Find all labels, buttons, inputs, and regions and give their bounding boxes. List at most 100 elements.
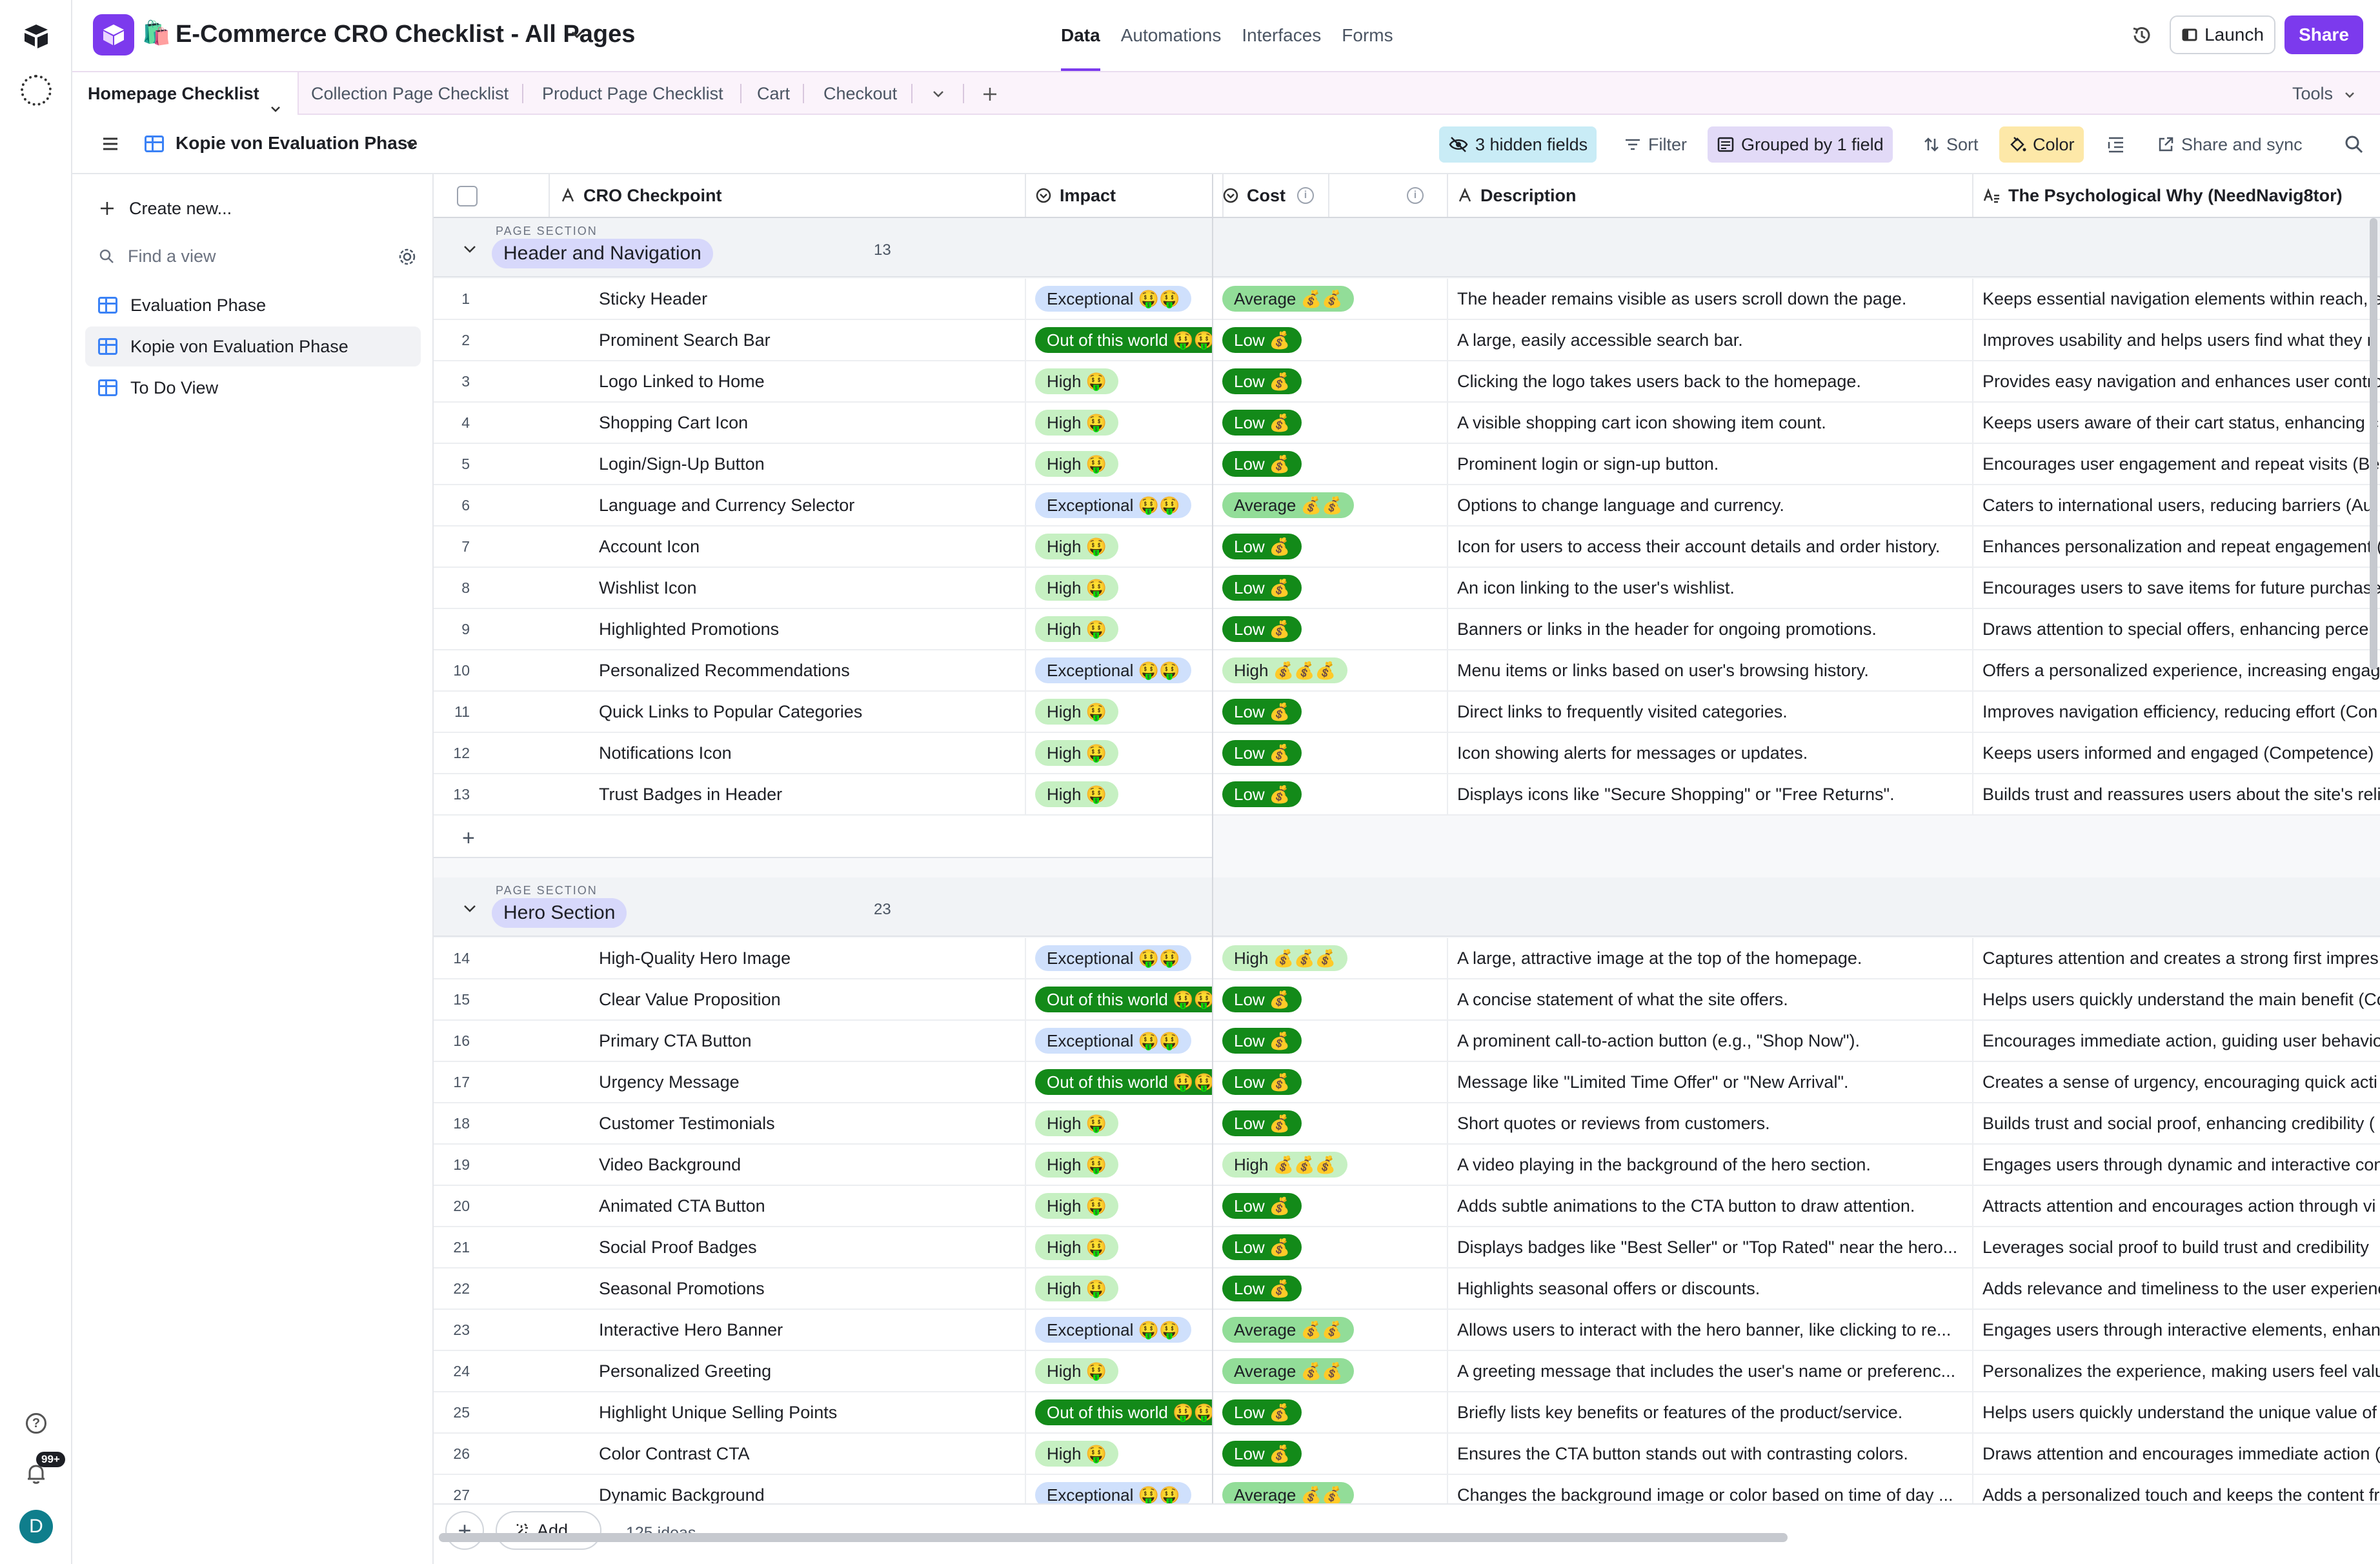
table-row[interactable]: 5 Login/Sign-Up Button High 🤑 Low 💰 Prominen…	[434, 444, 2380, 485]
cell-checkpoint[interactable]: Clear Value Proposition	[550, 979, 1026, 1019]
cell-checkpoint[interactable]: Highlighted Promotions	[550, 609, 1026, 649]
create-new-view-button[interactable]: Create new...	[85, 188, 421, 228]
group-button[interactable]: Grouped by 1 field	[1708, 126, 1893, 163]
vertical-scrollbar[interactable]	[2370, 218, 2377, 670]
cell-impact[interactable]: High 🤑	[1026, 1103, 1213, 1143]
cell-description[interactable]: Displays icons like "Secure Shopping" or…	[1448, 774, 1973, 814]
find-view-input[interactable]: Find a view	[128, 246, 216, 266]
cell-cost[interactable]: Low 💰	[1213, 979, 1448, 1019]
help-icon[interactable]: ?	[26, 1413, 46, 1434]
cell-checkpoint[interactable]: Customer Testimonials	[550, 1103, 1026, 1143]
add-table-plus-icon[interactable]	[981, 85, 999, 103]
table-row[interactable]: 9 Highlighted Promotions High 🤑 Low 💰 Banner…	[434, 609, 2380, 650]
cell-psychological-why[interactable]: Helps users quickly understand the uniqu…	[1973, 1392, 2380, 1432]
launch-button[interactable]: Launch	[2170, 15, 2275, 54]
base-title[interactable]: E-Commerce CRO Checklist - All Pages	[176, 21, 635, 48]
cell-cost[interactable]: High 💰💰💰	[1213, 650, 1448, 690]
nav-tab-interfaces[interactable]: Interfaces	[1242, 0, 1321, 71]
add-row-to-group[interactable]: +	[434, 816, 1213, 858]
cell-checkpoint[interactable]: Personalized Greeting	[550, 1351, 1026, 1391]
cell-description[interactable]: Highlights seasonal offers or discounts.	[1448, 1268, 1973, 1308]
cell-impact[interactable]: Exceptional 🤑🤑	[1026, 1021, 1213, 1061]
cell-description[interactable]: Icon for users to access their account d…	[1448, 526, 1973, 566]
cell-impact[interactable]: High 🤑	[1026, 733, 1213, 773]
table-row[interactable]: 7 Account Icon High 🤑 Low 💰 Icon for users t…	[434, 526, 2380, 568]
cell-psychological-why[interactable]: Adds relevance and timeliness to the use…	[1973, 1268, 2380, 1308]
table-row[interactable]: 19 Video Background High 🤑 High 💰💰💰 A video …	[434, 1145, 2380, 1186]
cell-checkpoint[interactable]: Primary CTA Button	[550, 1021, 1026, 1061]
select-all-checkbox[interactable]	[457, 186, 478, 206]
cell-impact[interactable]: High 🤑	[1026, 1186, 1213, 1226]
cell-impact[interactable]: High 🤑	[1026, 692, 1213, 732]
sidebar-toggle-icon[interactable]	[101, 134, 120, 154]
cell-checkpoint[interactable]: Notifications Icon	[550, 733, 1026, 773]
cell-checkpoint[interactable]: Logo Linked to Home	[550, 361, 1026, 401]
nav-tab-data[interactable]: Data	[1061, 0, 1100, 71]
cell-psychological-why[interactable]: Attracts attention and encourages action…	[1973, 1186, 2380, 1226]
cell-psychological-why[interactable]: Improves navigation efficiency, reducing…	[1973, 692, 2380, 732]
column-header-description[interactable]: Description	[1448, 174, 1973, 217]
cell-impact[interactable]: High 🤑	[1026, 361, 1213, 401]
cell-impact[interactable]: High 🤑	[1026, 1351, 1213, 1391]
cell-cost[interactable]: High 💰💰💰	[1213, 1145, 1448, 1185]
cell-impact[interactable]: High 🤑	[1026, 1145, 1213, 1185]
cell-cost[interactable]: Low 💰	[1213, 320, 1448, 360]
chevron-down-icon[interactable]	[569, 27, 585, 43]
chevron-down-icon[interactable]	[269, 88, 282, 112]
cell-checkpoint[interactable]: Interactive Hero Banner	[550, 1310, 1026, 1350]
table-row[interactable]: 6 Language and Currency Selector Exception…	[434, 485, 2380, 526]
cell-description[interactable]: Ensures the CTA button stands out with c…	[1448, 1434, 1973, 1474]
cell-psychological-why[interactable]: Encourages immediate action, guiding use…	[1973, 1021, 2380, 1061]
cell-cost[interactable]: Low 💰	[1213, 1434, 1448, 1474]
table-row[interactable]: 15 Clear Value Proposition Out of this wor…	[434, 979, 2380, 1021]
table-row[interactable]: 3 Logo Linked to Home High 🤑 Low 💰 Clicking …	[434, 361, 2380, 403]
cell-description[interactable]: Displays badges like "Best Seller" or "T…	[1448, 1227, 1973, 1267]
cell-impact[interactable]: Exceptional 🤑🤑	[1026, 1310, 1213, 1350]
cell-cost[interactable]: Average 💰💰	[1213, 279, 1448, 319]
cell-cost[interactable]: Low 💰	[1213, 568, 1448, 608]
cell-checkpoint[interactable]: Sticky Header	[550, 279, 1026, 319]
table-row[interactable]: 13 Trust Badges in Header High 🤑 Low 💰 Displ…	[434, 774, 2380, 816]
cell-checkpoint[interactable]: Personalized Recommendations	[550, 650, 1026, 690]
cell-checkpoint[interactable]: Social Proof Badges	[550, 1227, 1026, 1267]
base-icon[interactable]	[93, 14, 134, 55]
cell-impact[interactable]: High 🤑	[1026, 1268, 1213, 1308]
workspace-loading-icon[interactable]	[21, 75, 52, 106]
cell-checkpoint[interactable]: Highlight Unique Selling Points	[550, 1392, 1026, 1432]
cell-description[interactable]: Clicking the logo takes users back to th…	[1448, 361, 1973, 401]
airtable-logo-icon[interactable]	[22, 22, 50, 50]
cell-impact[interactable]: High 🤑	[1026, 403, 1213, 443]
cell-cost[interactable]: Low 💰	[1213, 1392, 1448, 1432]
table-tab-product[interactable]: Product Page Checklist	[542, 72, 723, 115]
sidebar-view-kopie-evaluation-phase[interactable]: Kopie von Evaluation Phase	[85, 326, 421, 366]
frozen-columns-divider[interactable]	[1212, 174, 1213, 1564]
cell-checkpoint[interactable]: Wishlist Icon	[550, 568, 1026, 608]
cell-checkpoint[interactable]: Login/Sign-Up Button	[550, 444, 1026, 484]
cell-psychological-why[interactable]: Builds trust and social proof, enhancing…	[1973, 1103, 2380, 1143]
cell-cost[interactable]: Low 💰	[1213, 403, 1448, 443]
color-button[interactable]: Color	[1999, 126, 2084, 163]
cell-checkpoint[interactable]: Quick Links to Popular Categories	[550, 692, 1026, 732]
cell-impact[interactable]: High 🤑	[1026, 774, 1213, 814]
cell-description[interactable]: Banners or links in the header for ongoi…	[1448, 609, 1973, 649]
cell-cost[interactable]: Low 💰	[1213, 692, 1448, 732]
cell-psychological-why[interactable]: Engages users through dynamic and intera…	[1973, 1145, 2380, 1185]
cell-impact[interactable]: Exceptional 🤑🤑	[1026, 485, 1213, 525]
add-record-button[interactable]: +	[445, 1511, 484, 1550]
collapse-chevron-icon[interactable]	[462, 901, 478, 916]
cell-psychological-why[interactable]: Personalizes the experience, making user…	[1973, 1351, 2380, 1391]
cell-impact[interactable]: Exceptional 🤑🤑	[1026, 279, 1213, 319]
cell-psychological-why[interactable]: Keeps essential navigation elements with…	[1973, 279, 2380, 319]
cell-psychological-why[interactable]: Offers a personalized experience, increa…	[1973, 650, 2380, 690]
cell-cost[interactable]: Average 💰💰	[1213, 1310, 1448, 1350]
user-avatar[interactable]: D	[19, 1510, 53, 1543]
cell-impact[interactable]: Out of this world 🤑🤑🤑	[1026, 1392, 1213, 1432]
cell-checkpoint[interactable]: Color Contrast CTA	[550, 1434, 1026, 1474]
cell-description[interactable]: An icon linking to the user's wishlist.	[1448, 568, 1973, 608]
cell-psychological-why[interactable]: Improves usability and helps users find …	[1973, 320, 2380, 360]
cell-description[interactable]: A greeting message that includes the use…	[1448, 1351, 1973, 1391]
cell-description[interactable]: The header remains visible as users scro…	[1448, 279, 1973, 319]
table-row[interactable]: 1 Sticky Header Exceptional 🤑🤑 Average 💰💰 Th…	[434, 279, 2380, 320]
cell-psychological-why[interactable]: Enhances personalization and repeat enga…	[1973, 526, 2380, 566]
cell-cost[interactable]: Low 💰	[1213, 1186, 1448, 1226]
